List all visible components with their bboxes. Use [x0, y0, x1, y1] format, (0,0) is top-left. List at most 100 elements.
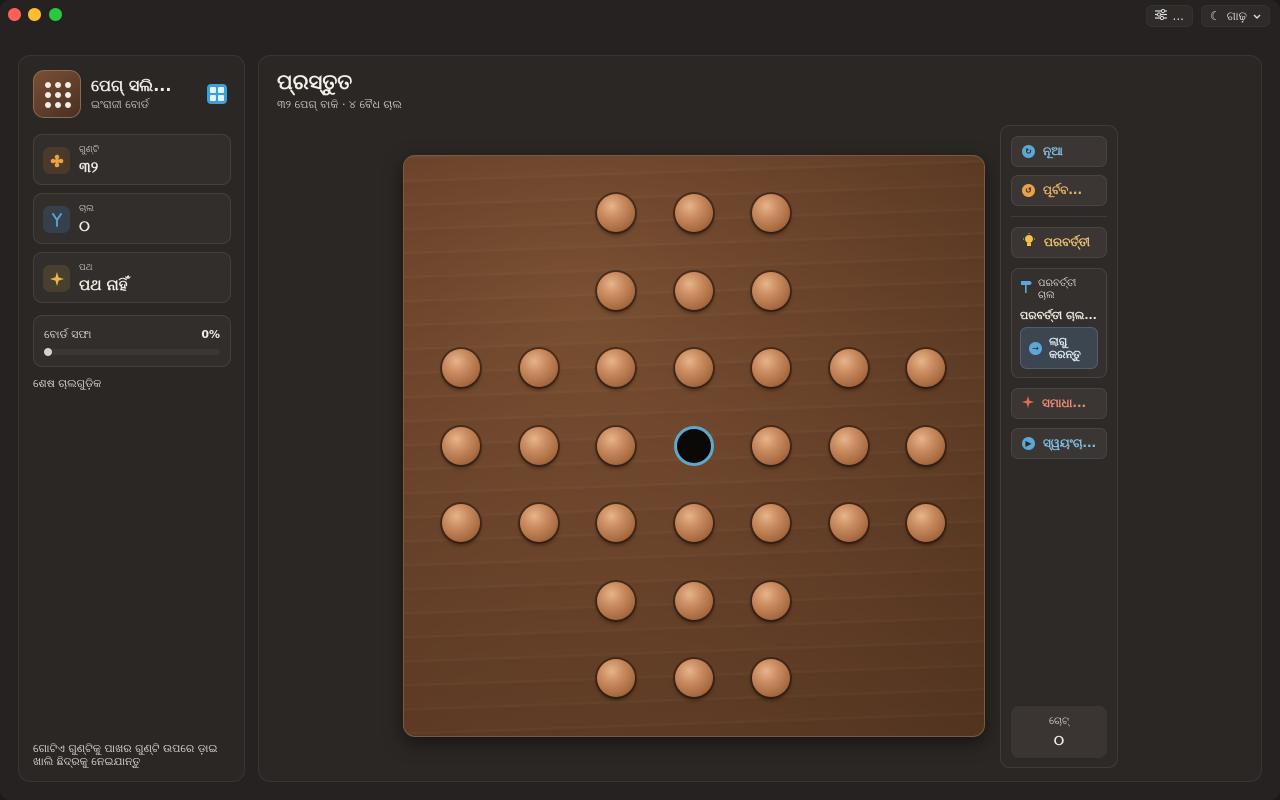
autoplay-button[interactable]: ▶ ସ୍ୱୟଂଚା...: [1011, 428, 1107, 459]
peg[interactable]: [674, 504, 713, 542]
branch-icon: [43, 206, 70, 233]
peg[interactable]: [907, 349, 945, 387]
next-move-description: ପରବର୍ତ୍ତୀ ଚାଲ...: [1020, 309, 1097, 322]
progress-label: ବୋର୍ଡ ସଫା: [44, 328, 92, 341]
main-panel: ପ୍ରସ୍ତୁତ ୩୨ ପେଗ୍ ବାକି · ୪ ବୈଧ ଚାଲ ↻ ନୂଆ …: [258, 55, 1262, 782]
peg[interactable]: [597, 271, 635, 310]
arrow-right-icon: →: [1029, 341, 1042, 355]
peg[interactable]: [442, 426, 480, 465]
stat-moves: ଚାଲ ୦: [33, 193, 231, 244]
hint-label: ପରବର୍ତ୍ତୀ: [1044, 235, 1090, 249]
peg[interactable]: [752, 194, 790, 232]
lightbulb-icon: [1022, 233, 1036, 252]
undo-label: ପୂର୍ବବ...: [1043, 183, 1083, 197]
solve-label: ସମାଧା...: [1042, 396, 1087, 410]
game-board: [403, 155, 985, 737]
title-bar: ... ☾ ଗାଢ଼: [0, 0, 1280, 30]
peg[interactable]: [674, 194, 713, 232]
game-status-subtitle: ୩୨ ପେଗ୍ ବାକି · ୪ ବୈଧ ଚାଲ: [277, 98, 402, 111]
stat-value: ପଥ ନାହିଁ: [79, 276, 128, 294]
progress-track: [44, 348, 220, 356]
peg[interactable]: [519, 504, 558, 542]
apply-move-label: ଲାଗୁ କରନ୍ତୁ: [1049, 335, 1081, 361]
play-icon: ▶: [1022, 437, 1035, 450]
stat-label: ଚାଲ: [79, 204, 95, 214]
stat-pegs: ଗୁଣ୍ଟି ୩୨: [33, 134, 231, 185]
peg[interactable]: [752, 504, 790, 542]
undo-button[interactable]: ↺ ପୂର୍ବବ...: [1011, 175, 1107, 206]
stat-label: ଗୁଣ୍ଟି: [79, 145, 99, 155]
new-icon: ↻: [1022, 145, 1035, 158]
app-title: ପେଗ୍ ସଲି...: [91, 76, 172, 95]
stat-path: ପଥ ପଥ ନାହିଁ: [33, 252, 231, 303]
peg[interactable]: [674, 349, 713, 387]
peg[interactable]: [597, 504, 635, 542]
settings-button[interactable]: ...: [1145, 5, 1193, 27]
peg[interactable]: [829, 349, 868, 387]
peg[interactable]: [674, 271, 713, 310]
next-move-title: ପରବର୍ତ୍ତୀ ଚାଲ: [1038, 278, 1077, 301]
peg[interactable]: [829, 426, 868, 465]
game-status-title: ପ୍ରସ୍ତୁତ: [277, 70, 353, 94]
peg[interactable]: [597, 194, 635, 232]
board-clear-progress: ବୋର୍ଡ ସଫା 0%: [33, 315, 231, 367]
sparkle-icon: [1022, 396, 1034, 411]
peg[interactable]: [519, 426, 558, 465]
chevron-down-icon: [1253, 9, 1261, 23]
divider: [1011, 216, 1107, 217]
theme-selector[interactable]: ☾ ଗାଢ଼: [1200, 5, 1270, 27]
peg[interactable]: [674, 581, 713, 620]
move-counter-label: ଚୋଟ୍: [1049, 716, 1069, 727]
peg[interactable]: [752, 271, 790, 310]
peg[interactable]: [442, 349, 480, 387]
signpost-icon: [1020, 278, 1032, 297]
undo-icon: ↺: [1022, 184, 1035, 197]
peg[interactable]: [752, 349, 790, 387]
move-counter: ଚୋଟ୍ ୦: [1011, 706, 1107, 758]
peg[interactable]: [597, 581, 635, 620]
peg[interactable]: [442, 504, 480, 542]
apply-move-button[interactable]: → ଲାଗୁ କରନ୍ତୁ: [1020, 327, 1098, 369]
progress-fill: [44, 348, 52, 356]
app-window: ... ☾ ଗାଢ଼ ପେଗ୍ ସଲି... ଇଂରାଜୀ ବୋର୍ଡ ଗୁଣ୍…: [0, 0, 1280, 800]
sidebar: ପେଗ୍ ସଲି... ଇଂରାଜୀ ବୋର୍ଡ ଗୁଣ୍ଟି ୩୨ ଚାଲ ୦: [18, 55, 245, 782]
board-type-label: ଇଂରାଜୀ ବୋର୍ଡ: [91, 98, 149, 111]
stat-value: ୦: [79, 217, 90, 235]
peg[interactable]: [674, 659, 713, 697]
stat-label: ପଥ: [79, 263, 93, 273]
layout-grid-button[interactable]: [207, 84, 227, 104]
new-game-label: ନୂଆ: [1043, 144, 1063, 158]
peg[interactable]: [907, 504, 945, 542]
next-move-card: ପରବର୍ତ୍ତୀ ଚାଲ ପରବର୍ତ୍ତୀ ଚାଲ... → ଲାଗୁ କର…: [1011, 268, 1107, 378]
new-game-button[interactable]: ↻ ନୂଆ: [1011, 136, 1107, 167]
peg[interactable]: [829, 504, 868, 542]
maximize-window-button[interactable]: [49, 8, 62, 21]
app-logo-icon: [33, 70, 81, 118]
peg[interactable]: [597, 349, 635, 387]
sliders-icon: [1154, 8, 1167, 23]
app-header: ପେଗ୍ ସଲି... ଇଂରାଜୀ ବୋର୍ଡ: [33, 70, 233, 118]
minimize-window-button[interactable]: [28, 8, 41, 21]
peg[interactable]: [597, 659, 635, 697]
peg[interactable]: [519, 349, 558, 387]
peg[interactable]: [907, 426, 945, 465]
autoplay-label: ସ୍ୱୟଂଚା...: [1043, 436, 1097, 450]
instructions-text: ଗୋଟିଏ ଗୁଣ୍ଟିକୁ ପାଖର ଗୁଣ୍ଟି ଉପରେ ଡ଼ାଇ ଖାଲ…: [33, 742, 218, 768]
move-counter-value: ୦: [1053, 733, 1065, 749]
theme-label: ଗାଢ଼: [1226, 8, 1247, 23]
recent-moves-heading: ଶେଷ ଚାଲଗୁଡ଼ିକ: [33, 377, 102, 390]
progress-percent: 0%: [201, 328, 220, 341]
empty-hole[interactable]: [673, 425, 714, 466]
peg[interactable]: [752, 426, 790, 465]
stat-value: ୩୨: [79, 158, 99, 176]
pegs-icon: [43, 147, 70, 174]
hint-button[interactable]: ପରବର୍ତ୍ତୀ: [1011, 227, 1107, 258]
solve-button[interactable]: ସମାଧା...: [1011, 388, 1107, 419]
moon-icon: ☾: [1209, 9, 1221, 23]
peg[interactable]: [752, 581, 790, 620]
close-window-button[interactable]: [8, 8, 21, 21]
controls-panel: ↻ ନୂଆ ↺ ପୂର୍ବବ... ପରବର୍ତ୍ତୀ ପରବର୍ତ୍ତୀ ଚା…: [1000, 125, 1118, 768]
peg[interactable]: [752, 659, 790, 697]
sparkle-icon: [43, 265, 70, 292]
peg[interactable]: [597, 426, 635, 465]
